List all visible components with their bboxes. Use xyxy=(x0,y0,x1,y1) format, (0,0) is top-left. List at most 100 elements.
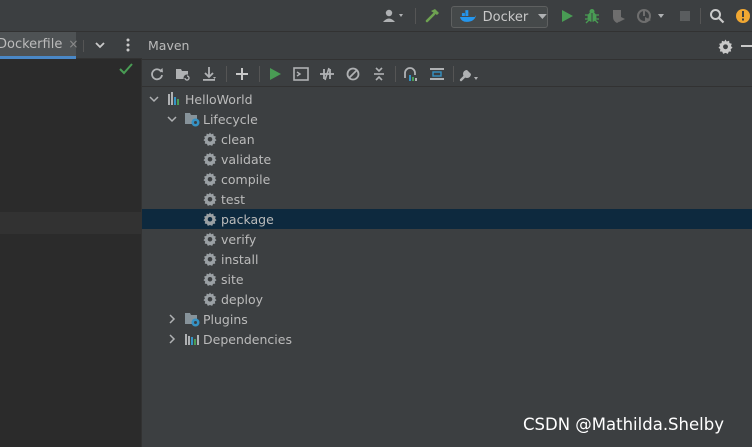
tree-node-goal[interactable]: clean xyxy=(142,129,752,149)
chevron-down-icon[interactable] xyxy=(148,93,160,105)
folder-sync-icon xyxy=(176,69,191,82)
collapse-all-button[interactable] xyxy=(368,63,390,85)
hide-button[interactable] xyxy=(741,36,752,56)
tree-label: clean xyxy=(221,131,255,147)
gear-icon xyxy=(202,251,218,267)
ide-updates-button[interactable] xyxy=(733,0,752,32)
gear-icon xyxy=(202,151,218,167)
main-toolbar: Docker xyxy=(0,0,752,32)
tree-node-project[interactable]: HelloWorld xyxy=(142,89,752,109)
run-maven-build-button[interactable] xyxy=(264,63,286,85)
tree-node-goal[interactable]: verify xyxy=(142,229,752,249)
stop-icon xyxy=(680,11,690,21)
add-maven-project-button[interactable] xyxy=(231,63,253,85)
execute-goal-button[interactable] xyxy=(290,63,312,85)
generate-sources-button[interactable] xyxy=(172,63,194,85)
watermark: CSDN @Mathilda.Shelby xyxy=(523,415,724,434)
play-icon xyxy=(270,68,281,80)
tab-separator xyxy=(83,40,84,52)
tree-label: validate xyxy=(221,151,272,167)
chevron-right-icon[interactable] xyxy=(166,333,178,345)
plugins-folder-icon xyxy=(184,311,200,327)
vcs-user-button[interactable] xyxy=(380,0,408,32)
tree-label: deploy xyxy=(221,291,264,307)
terminal-icon xyxy=(293,67,309,81)
tab-label: Dockerfile xyxy=(0,36,63,52)
profile-button[interactable] xyxy=(633,0,669,32)
editor-area: Dockerfile × xyxy=(0,32,142,447)
user-icon xyxy=(383,9,403,22)
tree-node-dependencies[interactable]: Dependencies xyxy=(142,329,752,349)
tree-node-goal[interactable]: site xyxy=(142,269,752,289)
gear-icon xyxy=(202,231,218,247)
gear-icon xyxy=(202,271,218,287)
build-tool-settings-button[interactable] xyxy=(458,63,480,85)
tree-node-lifecycle[interactable]: Lifecycle xyxy=(142,109,752,129)
tool-window-title: Maven xyxy=(148,38,190,53)
tree-label: verify xyxy=(221,231,257,247)
dependencies-icon xyxy=(184,331,200,347)
profiler-icon xyxy=(637,9,664,23)
tree-label: compile xyxy=(221,171,271,187)
chevron-down-icon xyxy=(95,41,105,48)
close-icon[interactable]: × xyxy=(68,37,78,51)
tree-label: HelloWorld xyxy=(185,91,253,107)
checkmark-icon xyxy=(119,63,133,75)
analyze-dependencies-button[interactable] xyxy=(400,63,422,85)
tree-label: Lifecycle xyxy=(203,111,258,127)
show-diagram-button[interactable] xyxy=(426,63,448,85)
search-icon xyxy=(710,9,725,24)
more-vertical-icon xyxy=(126,38,130,52)
tree-node-goal[interactable]: install xyxy=(142,249,752,269)
tab-dockerfile[interactable]: Dockerfile × xyxy=(0,32,78,59)
gear-icon xyxy=(202,171,218,187)
stop-button[interactable] xyxy=(676,0,694,32)
gear-icon xyxy=(717,38,733,54)
run-configuration-select[interactable]: Docker xyxy=(451,6,548,28)
plus-icon xyxy=(236,68,248,80)
run-button[interactable] xyxy=(556,0,578,32)
maven-toolbar xyxy=(142,59,752,87)
run-configuration-label: Docker xyxy=(482,9,529,25)
analyze-icon xyxy=(404,67,417,81)
tree-node-goal[interactable]: validate xyxy=(142,149,752,169)
maven-header: Maven xyxy=(142,32,752,59)
download-sources-button[interactable] xyxy=(198,63,220,85)
collapse-icon xyxy=(374,67,384,81)
show-tabs-button[interactable] xyxy=(90,35,110,55)
reload-button[interactable] xyxy=(146,63,168,85)
tree-node-goal[interactable]: compile xyxy=(142,169,752,189)
chevron-right-icon[interactable] xyxy=(166,313,178,325)
toggle-offline-mode-button[interactable] xyxy=(316,63,338,85)
tree-label: install xyxy=(221,251,259,267)
bug-icon xyxy=(585,9,599,24)
current-line-highlight xyxy=(0,212,141,234)
debug-button[interactable] xyxy=(581,0,603,32)
coverage-button[interactable] xyxy=(607,0,629,32)
chevron-down-icon[interactable] xyxy=(166,113,178,125)
update-icon xyxy=(735,9,750,23)
settings-button[interactable] xyxy=(715,36,735,56)
tree-node-goal-selected[interactable]: package xyxy=(142,209,752,229)
tree-label: Plugins xyxy=(203,311,248,327)
more-options-button[interactable] xyxy=(118,35,138,55)
diagram-icon xyxy=(430,68,444,80)
editor-tab-bar: Dockerfile × xyxy=(0,32,142,59)
tree-label: package xyxy=(221,211,274,227)
search-everywhere-button[interactable] xyxy=(706,0,728,32)
refresh-icon xyxy=(151,68,163,81)
docker-icon xyxy=(459,10,477,22)
gear-icon xyxy=(202,191,218,207)
tree-node-goal[interactable]: deploy xyxy=(142,289,752,309)
build-button[interactable] xyxy=(421,0,443,32)
download-icon xyxy=(203,67,216,81)
maven-project-icon xyxy=(166,91,182,107)
skip-tests-button[interactable] xyxy=(342,63,364,85)
wrench-icon xyxy=(459,70,478,82)
tree-node-plugins[interactable]: Plugins xyxy=(142,309,752,329)
no-problems-indicator[interactable] xyxy=(119,63,133,78)
lifecycle-folder-icon xyxy=(184,111,200,127)
no-entry-icon xyxy=(346,67,360,81)
tree-node-goal[interactable]: test xyxy=(142,189,752,209)
tree-label: Dependencies xyxy=(203,331,292,347)
